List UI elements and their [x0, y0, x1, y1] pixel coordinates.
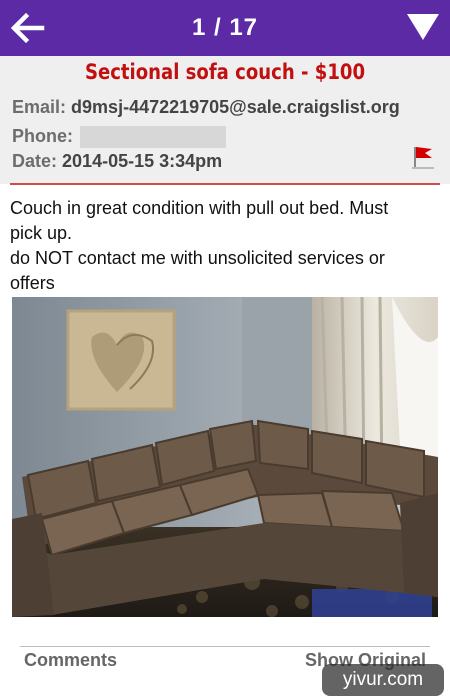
report-flag-icon[interactable]: [412, 144, 434, 170]
email-link[interactable]: d9msj-4472219705@sale.craigslist.org: [71, 97, 400, 117]
sofa-photo-illustration: [12, 297, 438, 617]
description-line: do NOT contact me with unsolicited servi…: [10, 248, 385, 268]
email-label: Email:: [12, 97, 67, 117]
description-line: offers: [10, 273, 55, 293]
email-row: Email: d9msj-4472219705@sale.craigslist.…: [12, 97, 400, 118]
phone-row: Phone:: [12, 126, 227, 149]
listing-counter: 1 / 17: [191, 14, 259, 41]
date-label: Date:: [12, 151, 58, 171]
footer-divider: [20, 646, 430, 647]
listing-photo[interactable]: [12, 297, 438, 617]
top-navigation-bar: 1 / 17: [0, 0, 450, 56]
phone-label: Phone:: [12, 126, 73, 146]
posted-date: 2014-05-15 3:34pm: [62, 151, 223, 171]
date-row: Date: 2014-05-15 3:34pm: [12, 151, 222, 172]
phone-redacted-field: [80, 126, 227, 149]
listing-description: Couch in great condition with pull out b…: [10, 196, 440, 296]
watermark-badge: yivur.com: [322, 664, 444, 696]
comments-button[interactable]: Comments: [24, 650, 117, 671]
listing-title: Sectional sofa couch - $100: [84, 60, 366, 84]
header-divider: [10, 183, 440, 185]
menu-down-triangle-icon[interactable]: [406, 12, 440, 42]
description-line: Couch in great condition with pull out b…: [10, 198, 389, 218]
description-line: pick up.: [10, 223, 73, 243]
